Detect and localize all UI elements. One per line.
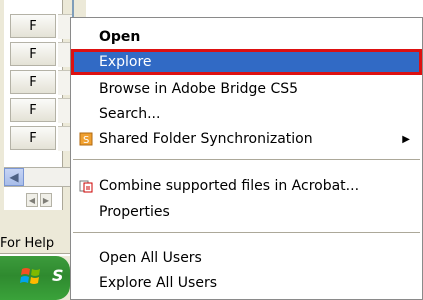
menu-item-explore[interactable]: Explore bbox=[71, 49, 422, 75]
sync-icon: S bbox=[79, 132, 93, 146]
menu-item-combine-acrobat[interactable]: Combine supported files in Acrobat... bbox=[71, 173, 422, 199]
list-row-label: F bbox=[29, 18, 37, 34]
chevron-right-icon: ▶ bbox=[402, 133, 410, 145]
menu-top-area bbox=[86, 0, 423, 17]
menu-item-explore-all-users[interactable]: Explore All Users bbox=[71, 270, 422, 296]
menu-item-open[interactable]: Open bbox=[71, 24, 422, 50]
windows-logo-icon bbox=[20, 268, 40, 284]
menu-item-label: Properties bbox=[99, 204, 170, 220]
small-scrollbar[interactable]: ◀ ▶ bbox=[26, 193, 66, 207]
svg-text:S: S bbox=[83, 135, 89, 146]
acrobat-icon bbox=[79, 180, 93, 193]
list-row-button[interactable]: F bbox=[10, 70, 56, 94]
menu-item-label: Open All Users bbox=[99, 250, 202, 266]
start-label: S bbox=[52, 266, 64, 285]
menu-item-open-all-users[interactable]: Open All Users bbox=[71, 245, 422, 271]
menu-item-label: Shared Folder Synchronization bbox=[99, 131, 313, 147]
list-row-button[interactable]: F bbox=[10, 42, 56, 66]
list-row-label: F bbox=[29, 74, 37, 90]
menu-item-label: Search... bbox=[99, 106, 161, 122]
list-row-button[interactable]: F bbox=[10, 98, 56, 122]
menu-item-search[interactable]: Search... bbox=[71, 101, 422, 127]
context-menu: Open Explore Browse in Adobe Bridge CS5 … bbox=[70, 17, 423, 300]
menu-item-label: Open bbox=[99, 29, 141, 45]
menu-separator bbox=[73, 159, 420, 160]
scroll-right-icon[interactable]: ▶ bbox=[40, 193, 52, 207]
menu-item-label: Explore bbox=[99, 54, 152, 70]
scroll-left-icon[interactable]: ◀ bbox=[4, 168, 24, 186]
menu-separator bbox=[73, 232, 420, 233]
list-row-label: F bbox=[29, 46, 37, 62]
list-row-label: F bbox=[29, 102, 37, 118]
menu-item-label: Browse in Adobe Bridge CS5 bbox=[99, 81, 299, 97]
menu-item-label: Combine supported files in Acrobat... bbox=[99, 178, 360, 194]
scroll-left-icon[interactable]: ◀ bbox=[26, 193, 38, 207]
menu-item-browse-bridge[interactable]: Browse in Adobe Bridge CS5 bbox=[71, 76, 422, 102]
status-bar-help-text: For Help bbox=[0, 236, 55, 251]
horizontal-scrollbar[interactable]: ◀ bbox=[4, 167, 70, 187]
menu-item-properties[interactable]: Properties bbox=[71, 199, 422, 225]
menu-item-label: Explore All Users bbox=[99, 275, 217, 291]
list-row-button[interactable]: F bbox=[10, 14, 56, 38]
list-row-label: F bbox=[29, 130, 37, 146]
menu-item-shared-folder-sync[interactable]: S Shared Folder Synchronization ▶ bbox=[71, 126, 422, 152]
list-row-button[interactable]: F bbox=[10, 126, 56, 150]
